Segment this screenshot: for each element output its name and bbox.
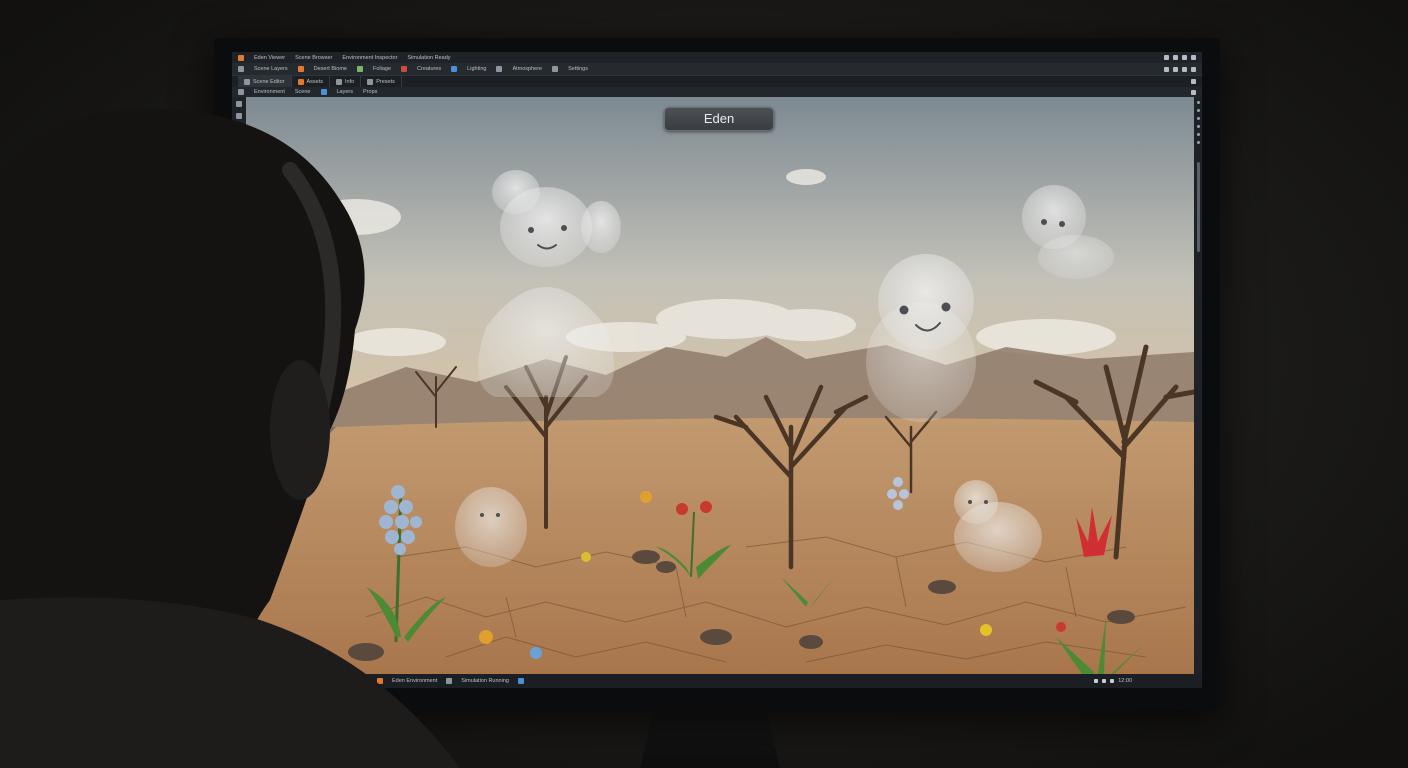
tab-label: Assets	[306, 78, 324, 85]
move-tool-icon[interactable]	[236, 113, 242, 119]
layer-icon	[320, 89, 327, 95]
add-tab-icon[interactable]	[1191, 79, 1196, 84]
foliage-icon[interactable]	[356, 66, 363, 72]
breadcrumb-item[interactable]: Props	[363, 89, 377, 95]
breadcrumb-item[interactable]: Scene	[295, 89, 311, 95]
tab-icon	[244, 78, 250, 85]
toolbar-item[interactable]: Foliage	[373, 66, 391, 72]
panel-dot-icon[interactable]	[1196, 117, 1200, 120]
tab-label: Scene Editor	[253, 78, 285, 85]
tab-icon	[367, 78, 374, 85]
viewport-scrollbar[interactable]	[1197, 162, 1200, 252]
biome-icon[interactable]	[297, 66, 304, 72]
title-item[interactable]: Environment Inspector	[342, 55, 397, 61]
maximize-icon[interactable]	[1173, 55, 1178, 60]
minimize-icon[interactable]	[1164, 55, 1169, 60]
battery-icon[interactable]	[1110, 679, 1115, 683]
tab-label: Presets	[376, 78, 395, 85]
toolbar-item[interactable]: Atmosphere	[512, 66, 542, 72]
panel-dot-icon[interactable]	[1196, 141, 1200, 144]
status-item[interactable]: Eden Environment	[392, 678, 437, 684]
select-tool-icon[interactable]	[236, 101, 242, 107]
panel-dot-icon[interactable]	[1196, 109, 1200, 112]
panel-dot-icon[interactable]	[1196, 101, 1200, 104]
title-item[interactable]: Scene Browser	[295, 55, 332, 61]
tab-label: Info	[345, 78, 355, 85]
layers-tool-icon[interactable]	[236, 137, 242, 143]
scene-title-badge: Eden	[664, 107, 774, 131]
search-icon[interactable]	[1164, 66, 1169, 72]
menu-icon[interactable]	[1191, 66, 1196, 72]
cloud-icon[interactable]	[496, 66, 503, 72]
start-icon[interactable]	[302, 678, 308, 684]
toolbar-item[interactable]: Desert Biome	[314, 66, 347, 72]
editor-icon[interactable]	[377, 678, 383, 684]
breadcrumb-item[interactable]: Environment	[254, 89, 285, 95]
creature-icon[interactable]	[401, 66, 408, 72]
toolbar-right-tools	[1164, 66, 1196, 72]
title-item[interactable]: Eden Viewer	[254, 55, 285, 61]
network-icon[interactable]	[1094, 679, 1099, 683]
tab-scene-editor[interactable]: Scene Editor	[238, 76, 292, 87]
tab-icon	[297, 78, 304, 85]
active-window-icon[interactable]	[517, 678, 524, 684]
tab-assets[interactable]: Assets	[292, 76, 331, 87]
tab-bar: Scene Editor Assets Info Presets	[232, 75, 1202, 87]
title-item: Simulation Ready	[407, 54, 451, 61]
user-icon[interactable]	[1182, 66, 1187, 72]
toolbar-item[interactable]: Scene Layers	[254, 66, 288, 72]
grid-icon[interactable]	[238, 66, 244, 72]
clock[interactable]: 12:00	[1118, 678, 1132, 684]
paint-tool-icon[interactable]	[236, 125, 242, 131]
status-item[interactable]: Simulation Running	[461, 678, 509, 684]
volume-icon[interactable]	[1102, 679, 1107, 683]
screen: Eden Viewer Scene Browser Environment In…	[232, 52, 1202, 688]
system-tray: 12:00	[1094, 678, 1132, 684]
app-icon[interactable]	[317, 678, 323, 684]
window-icon[interactable]	[446, 678, 453, 684]
status-bar: Eden Environment Simulation Running 12:0…	[232, 674, 1202, 688]
scene-canvas	[246, 97, 1194, 674]
panel-dot-icon[interactable]	[1196, 125, 1200, 128]
left-tool-rail	[232, 97, 246, 674]
scene-viewport[interactable]: Eden	[246, 97, 1194, 674]
breadcrumb-item[interactable]: Layers	[337, 89, 354, 95]
toolbar-item[interactable]: Lighting	[467, 66, 486, 72]
restore-icon[interactable]	[1182, 55, 1187, 60]
window-controls	[1164, 55, 1196, 60]
toolbar-item[interactable]: Settings	[568, 66, 588, 72]
breadcrumb: Environment Scene Layers Props	[232, 87, 1202, 97]
tab-icon	[336, 78, 343, 85]
pathbar-tools	[1191, 89, 1196, 95]
monitor: Eden Viewer Scene Browser Environment In…	[214, 38, 1220, 710]
panel-dot-icon[interactable]	[1196, 133, 1200, 136]
tab-bar-tools	[1191, 79, 1196, 84]
toolbar: Scene Layers Desert Biome Foliage Creatu…	[232, 63, 1202, 75]
render-icon[interactable]	[1173, 66, 1178, 72]
title-bar: Eden Viewer Scene Browser Environment In…	[232, 52, 1202, 63]
folder-icon	[238, 89, 244, 95]
light-icon[interactable]	[451, 66, 458, 72]
browser-icon[interactable]	[347, 678, 353, 684]
tab-presets[interactable]: Presets	[361, 76, 402, 87]
gear-icon[interactable]	[552, 66, 559, 72]
toolbar-item[interactable]: Creatures	[417, 66, 441, 72]
tab-info[interactable]: Info	[330, 76, 362, 87]
files-icon[interactable]	[332, 678, 338, 684]
close-icon[interactable]	[1191, 55, 1196, 60]
terminal-icon[interactable]	[362, 678, 368, 684]
app-logo-icon	[238, 54, 244, 61]
expand-icon[interactable]	[1191, 89, 1196, 95]
monitor-stand	[640, 708, 780, 768]
